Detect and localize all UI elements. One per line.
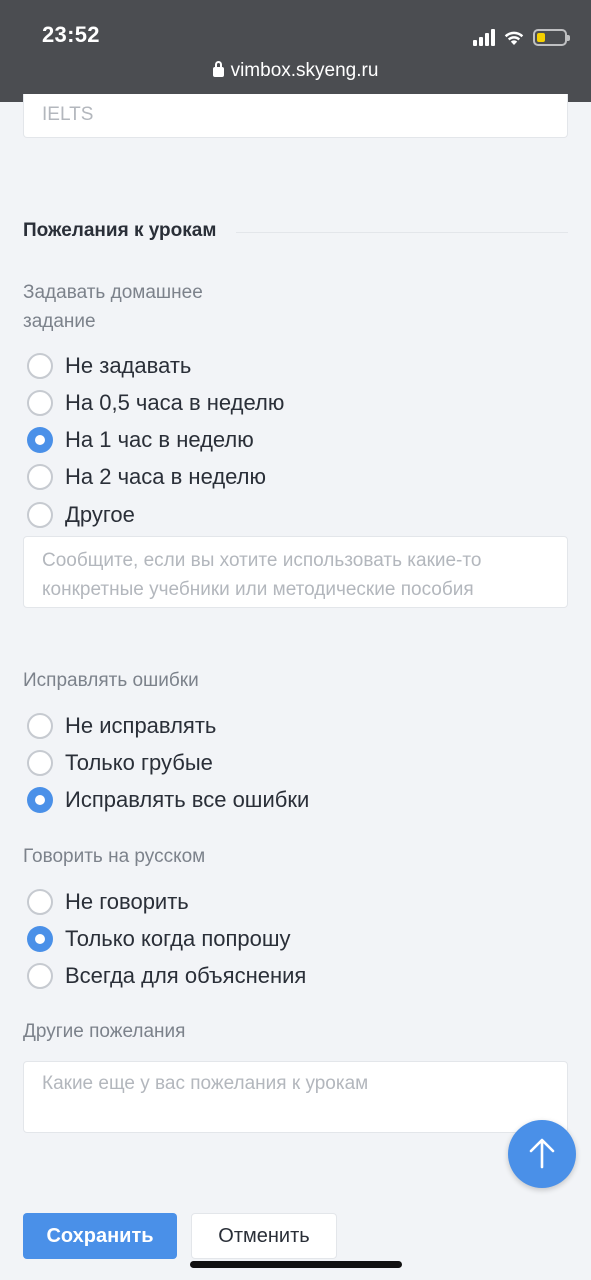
- corrections-label: Исправлять ошибки: [23, 670, 199, 691]
- section-title: Пожелания к урокам: [23, 220, 217, 241]
- radio-checked[interactable]: [27, 787, 53, 813]
- homework-option-one-hour[interactable]: На 1 час в неделю: [27, 425, 254, 455]
- russian-option-never[interactable]: Не говорить: [27, 887, 189, 917]
- radio-unchecked[interactable]: [27, 750, 53, 776]
- radio-unchecked[interactable]: [27, 353, 53, 379]
- radio-unchecked[interactable]: [27, 963, 53, 989]
- battery-icon: [533, 28, 570, 46]
- cellular-signal-icon: [473, 28, 495, 46]
- radio-unchecked[interactable]: [27, 464, 53, 490]
- homework-notes-textarea[interactable]: Сообщите, если вы хотите использовать ка…: [23, 536, 568, 608]
- russian-option-on-request[interactable]: Только когда попрошу: [27, 924, 291, 954]
- other-wishes-placeholder: Какие еще у вас пожелания к урокам: [42, 1073, 369, 1094]
- radio-unchecked[interactable]: [27, 713, 53, 739]
- exam-goal-field[interactable]: IELTS: [23, 94, 568, 138]
- save-button[interactable]: Сохранить: [23, 1213, 177, 1259]
- battery-level: [537, 32, 545, 42]
- other-wishes-label: Другие пожелания: [23, 1021, 186, 1042]
- cancel-button[interactable]: Отменить: [191, 1213, 337, 1259]
- lock-icon: [212, 61, 224, 77]
- radio-unchecked[interactable]: [27, 889, 53, 915]
- clock: 23:52: [42, 22, 100, 47]
- homework-option-other[interactable]: Другое: [27, 500, 135, 530]
- scroll-to-top-button[interactable]: [508, 1120, 576, 1188]
- system-icons: [473, 24, 570, 50]
- russian-option-explanations[interactable]: Всегда для объяснения: [27, 961, 306, 991]
- home-indicator: [190, 1261, 402, 1268]
- arrow-up-icon: [529, 1138, 555, 1169]
- russian-label: Говорить на русском: [23, 846, 206, 867]
- radio-unchecked[interactable]: [27, 502, 53, 528]
- exam-goal-value: IELTS: [42, 104, 94, 125]
- radio-checked[interactable]: [27, 926, 53, 952]
- other-wishes-textarea[interactable]: Какие еще у вас пожелания к урокам: [23, 1061, 568, 1133]
- homework-option-two-hours[interactable]: На 2 часа в неделю: [27, 462, 266, 492]
- status-bar: 23:52 vimbox.skyeng.ru: [0, 0, 591, 102]
- homework-option-half-hour[interactable]: На 0,5 часа в неделю: [27, 388, 284, 418]
- section-divider: [236, 232, 568, 233]
- corrections-option-none[interactable]: Не исправлять: [27, 711, 216, 741]
- corrections-option-rough[interactable]: Только грубые: [27, 748, 213, 778]
- radio-unchecked[interactable]: [27, 390, 53, 416]
- wifi-icon: [504, 31, 524, 45]
- homework-option-none[interactable]: Не задавать: [27, 351, 191, 381]
- corrections-option-all[interactable]: Исправлять все ошибки: [27, 785, 309, 815]
- url-bar[interactable]: vimbox.skyeng.ru: [0, 60, 591, 82]
- homework-label: Задавать домашнее задание: [23, 282, 203, 332]
- radio-checked[interactable]: [27, 427, 53, 453]
- url-text: vimbox.skyeng.ru: [230, 60, 379, 81]
